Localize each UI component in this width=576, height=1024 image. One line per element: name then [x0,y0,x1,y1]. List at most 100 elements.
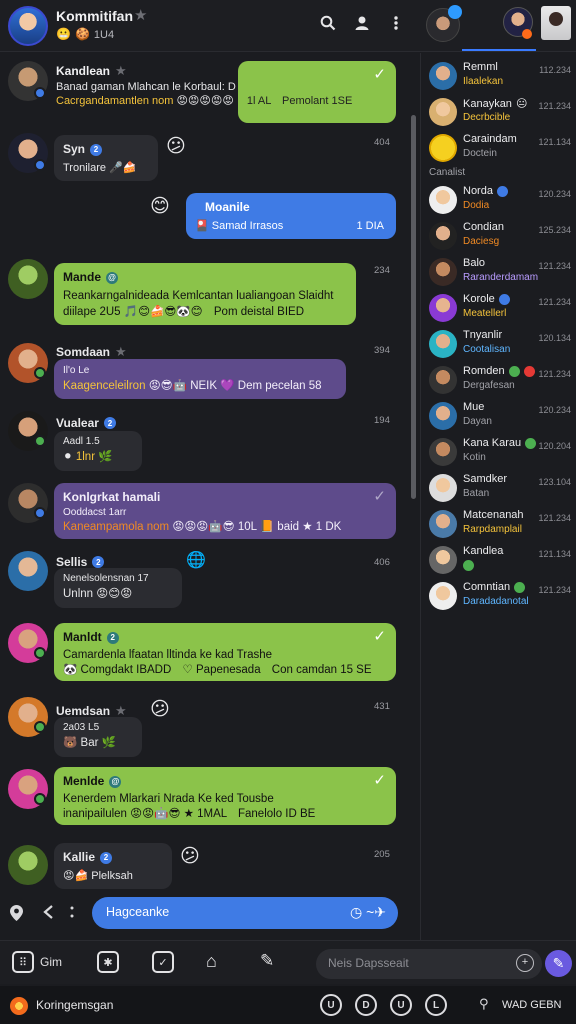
avatar[interactable] [8,845,48,885]
star-icon[interactable]: ★ [115,344,127,360]
calendar-button[interactable]: ✓ [152,951,174,973]
contact-item[interactable]: Samdker Batan 123.104 [421,471,576,507]
search-icon[interactable] [318,13,338,33]
contact-item[interactable]: Matcenanah Rarpdamplail 121.234 [421,507,576,543]
verified-icon: 2 [103,417,116,429]
contact-item[interactable]: Kana Karau Kotin 120.204 [421,435,576,471]
emoji-row: 😡😊😡 [96,588,133,600]
contact-name: Caraindam [463,133,517,145]
sender-name: Somdaan [56,345,111,359]
message-bubble[interactable]: Il'o Le Kaagenceleilron 😡😎🤖 NEIK 💜 Dem p… [54,359,346,399]
reaction-emoji[interactable]: 😕 [180,845,200,868]
channel-avatar[interactable] [8,6,48,46]
gallery-button[interactable]: ⠿ Gim [12,951,62,973]
message-bubble[interactable]: Kallie 2 😡🍰 Plelksah [54,843,172,889]
message-text: Tronilare [63,162,106,174]
account-avatar[interactable] [541,6,571,40]
notification-button[interactable]: ⌂ [206,951,217,972]
contact-name: Mue [463,401,485,413]
message-bubble[interactable]: Mande @ Reankarngalnideada Kemlcantan lua… [54,263,356,325]
timestamp: 121.234 [538,513,571,523]
send-button[interactable]: ✎ [545,950,572,977]
message-bubble[interactable]: ✓ Manldt 2 Camardenla lfaatan lltinda ke … [54,623,396,681]
reaction-emoji[interactable]: 😕 [150,698,170,721]
status-icon[interactable]: L [425,994,447,1016]
message-bubble[interactable]: Aadl 1.5 ⚫ 1lnr 🌿 [54,431,142,471]
active-tab-indicator [462,49,536,51]
timestamp: 121.234 [538,101,571,111]
status-icon[interactable]: U [320,994,342,1016]
contact-status: Daradadanotal [463,596,529,607]
app-logo-icon[interactable] [10,997,28,1015]
location-icon[interactable]: ⚲ [479,996,489,1012]
message-tag: Bar [80,737,99,749]
message-text: Comgdakt IBADD [80,664,172,676]
avatar[interactable] [8,259,48,299]
contact-item[interactable]: Korole Meatellerl 121.234 [421,291,576,327]
contact-item[interactable]: Norda Dodia 120.234 [421,183,576,219]
timestamp: 431 [374,701,390,712]
location-icon[interactable] [10,905,23,925]
contact-item[interactable]: Kandlea 121.134 [421,543,576,579]
more-vertical-icon[interactable] [70,905,74,922]
timestamp: 234 [374,265,390,276]
status-icon[interactable]: D [355,994,377,1016]
timestamp: 112.234 [539,65,571,75]
star-icon[interactable]: ★ [134,6,147,24]
contact-status: Rarpdamplail [463,524,522,535]
avatar[interactable] [8,551,48,591]
contact-item[interactable]: Comntian Daradadanotal 121.234 [421,579,576,615]
online-badge [525,437,537,449]
message-text: Ooddacst 1arr [63,507,127,518]
message-bubble[interactable]: Syn 2 Tronilare 🎤🍰 [54,135,158,181]
status-dot [34,647,46,659]
avatar [429,546,457,574]
sender-name: Moanile [205,200,250,214]
avatar [429,258,457,286]
tools-button[interactable]: ✱ [97,951,119,973]
message-bubble[interactable]: Nenelsolensnan 17 Unlnn 😡😊😡 [54,568,182,608]
avatar [429,582,457,610]
message-bubble[interactable]: ✓ Konlgrkat hamali Ooddacst 1arr Kaneamp… [54,483,396,539]
search-placeholder: Neis Dapsseait [328,956,409,970]
message-bubble[interactable]: Moanile 🎴 Samad Irrasos 1 DIA [186,193,396,239]
contact-item[interactable]: Kanaykan 😐 Decrbcible 121.234 [421,95,576,131]
verified-icon: @ [109,775,122,788]
user-icon[interactable] [352,13,372,33]
pen-button[interactable]: ✎ [260,951,274,971]
reaction-emoji[interactable]: 🌐 [186,550,206,570]
contact-item[interactable]: Caraindam Doctein 121.134 [421,131,576,167]
alert-badge [523,365,535,377]
contact-item[interactable]: Tnyanlir Cootalisan 120.134 [421,327,576,363]
star-icon[interactable]: ★ [115,63,127,79]
contact-status: Meatellerl [463,308,507,319]
message-bubble[interactable]: 2a03 L5 🐻 Bar 🌿 [54,717,142,757]
more-vertical-icon[interactable] [386,13,406,33]
message-text: inanipailulen [63,808,127,820]
message-tag: 1 DIA [356,220,384,232]
contact-item[interactable]: Balo Raranderdamam 121.234 [421,255,576,291]
reaction-emoji[interactable]: 😊 [150,195,170,218]
reaction-emoji[interactable]: 😕 [166,135,186,158]
avatar [429,222,457,250]
channel-title[interactable]: Kommitifan [56,8,133,24]
back-icon[interactable] [42,905,54,923]
contact-item[interactable]: Romden Dergafesan 121.234 [421,363,576,399]
gallery-label: Gim [40,955,62,969]
chat-scrollbar[interactable] [411,115,416,499]
add-icon[interactable]: + [516,954,534,972]
contact-item[interactable]: Remml Ilaalekan 112.234 [421,59,576,95]
contact-status [463,560,474,574]
send-icon: ✎ [552,955,565,971]
timer-icon[interactable]: ◷ ~✈ [350,904,386,921]
contact-item[interactable]: Mue Dayan 120.234 [421,399,576,435]
search-input[interactable]: Neis Dapsseait + [316,949,542,979]
contact-item[interactable]: Condian Daciesg 125.234 [421,219,576,255]
contact-name: Romden [463,365,505,377]
channel-subtitle: 😬 🍪 1U4 [56,27,114,41]
status-icon[interactable]: U [390,994,412,1016]
app-header: Kommitifan ★ 😬 🍪 1U4 [0,0,576,52]
message-input[interactable]: Hagceanke ◷ ~✈ [92,897,398,929]
sender-name: Mande [63,270,102,284]
message-bubble[interactable]: ✓ Menlde @ Kenerdem Mlarkari Nrada Ke ked… [54,767,396,825]
